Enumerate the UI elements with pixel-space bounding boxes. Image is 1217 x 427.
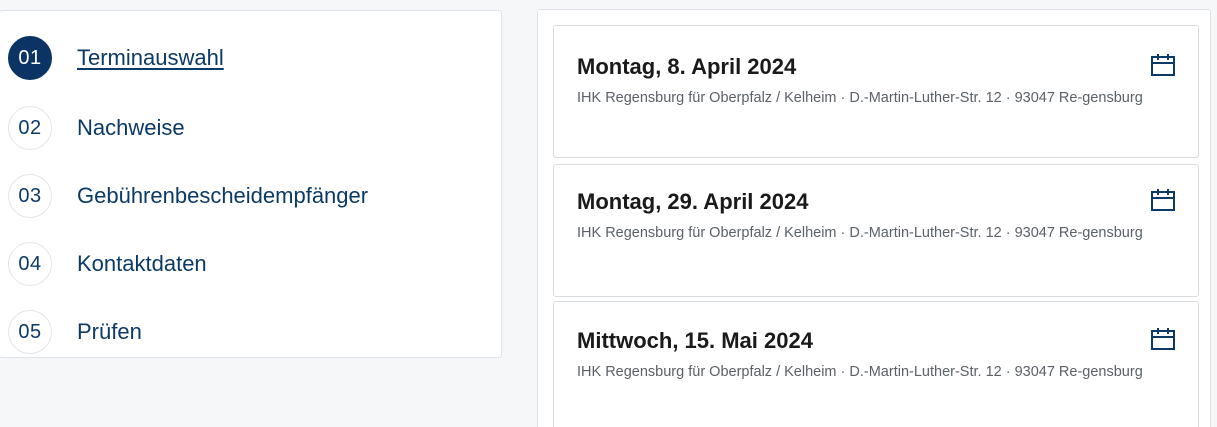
date-title: Mittwoch, 15. Mai 2024 (577, 328, 813, 353)
step-number: 05 (8, 310, 52, 354)
step-number: 01 (8, 36, 52, 80)
date-card[interactable]: Montag, 29. April 2024 IHK Regensburg fü… (553, 164, 1199, 297)
step-pruefen[interactable]: 05 Prüfen (8, 310, 142, 354)
date-address: IHK Regensburg für Oberpfalz / Kelheim ·… (577, 90, 1143, 106)
date-card[interactable]: Montag, 8. April 2024 IHK Regensburg für… (553, 25, 1199, 158)
step-gebuehrenbescheidempfaenger[interactable]: 03 Gebührenbescheidempfänger (8, 174, 368, 218)
date-title: Montag, 8. April 2024 (577, 54, 797, 79)
step-label[interactable]: Gebührenbescheidempfänger (77, 183, 368, 209)
date-address: IHK Regensburg für Oberpfalz / Kelheim ·… (577, 364, 1143, 380)
step-kontaktdaten[interactable]: 04 Kontaktdaten (8, 242, 207, 286)
step-label[interactable]: Nachweise (77, 115, 185, 141)
step-label[interactable]: Terminauswahl (77, 45, 224, 71)
step-label[interactable]: Kontaktdaten (77, 251, 207, 277)
appointment-dates-panel: Montag, 8. April 2024 IHK Regensburg für… (537, 9, 1211, 427)
step-number: 02 (8, 106, 52, 150)
date-card[interactable]: Mittwoch, 15. Mai 2024 IHK Regensburg fü… (553, 301, 1199, 427)
steps-navigation: 01 Terminauswahl 02 Nachweise 03 Gebühre… (0, 10, 502, 358)
step-terminauswahl[interactable]: 01 Terminauswahl (8, 36, 224, 80)
date-title: Montag, 29. April 2024 (577, 189, 809, 214)
calendar-icon (1151, 189, 1175, 211)
step-number: 03 (8, 174, 52, 218)
step-number: 04 (8, 242, 52, 286)
calendar-icon (1151, 328, 1175, 350)
appointment-booking-page: 01 Terminauswahl 02 Nachweise 03 Gebühre… (0, 0, 1217, 427)
calendar-icon (1151, 54, 1175, 76)
step-label[interactable]: Prüfen (77, 319, 142, 345)
date-address: IHK Regensburg für Oberpfalz / Kelheim ·… (577, 225, 1143, 241)
step-nachweise[interactable]: 02 Nachweise (8, 106, 185, 150)
